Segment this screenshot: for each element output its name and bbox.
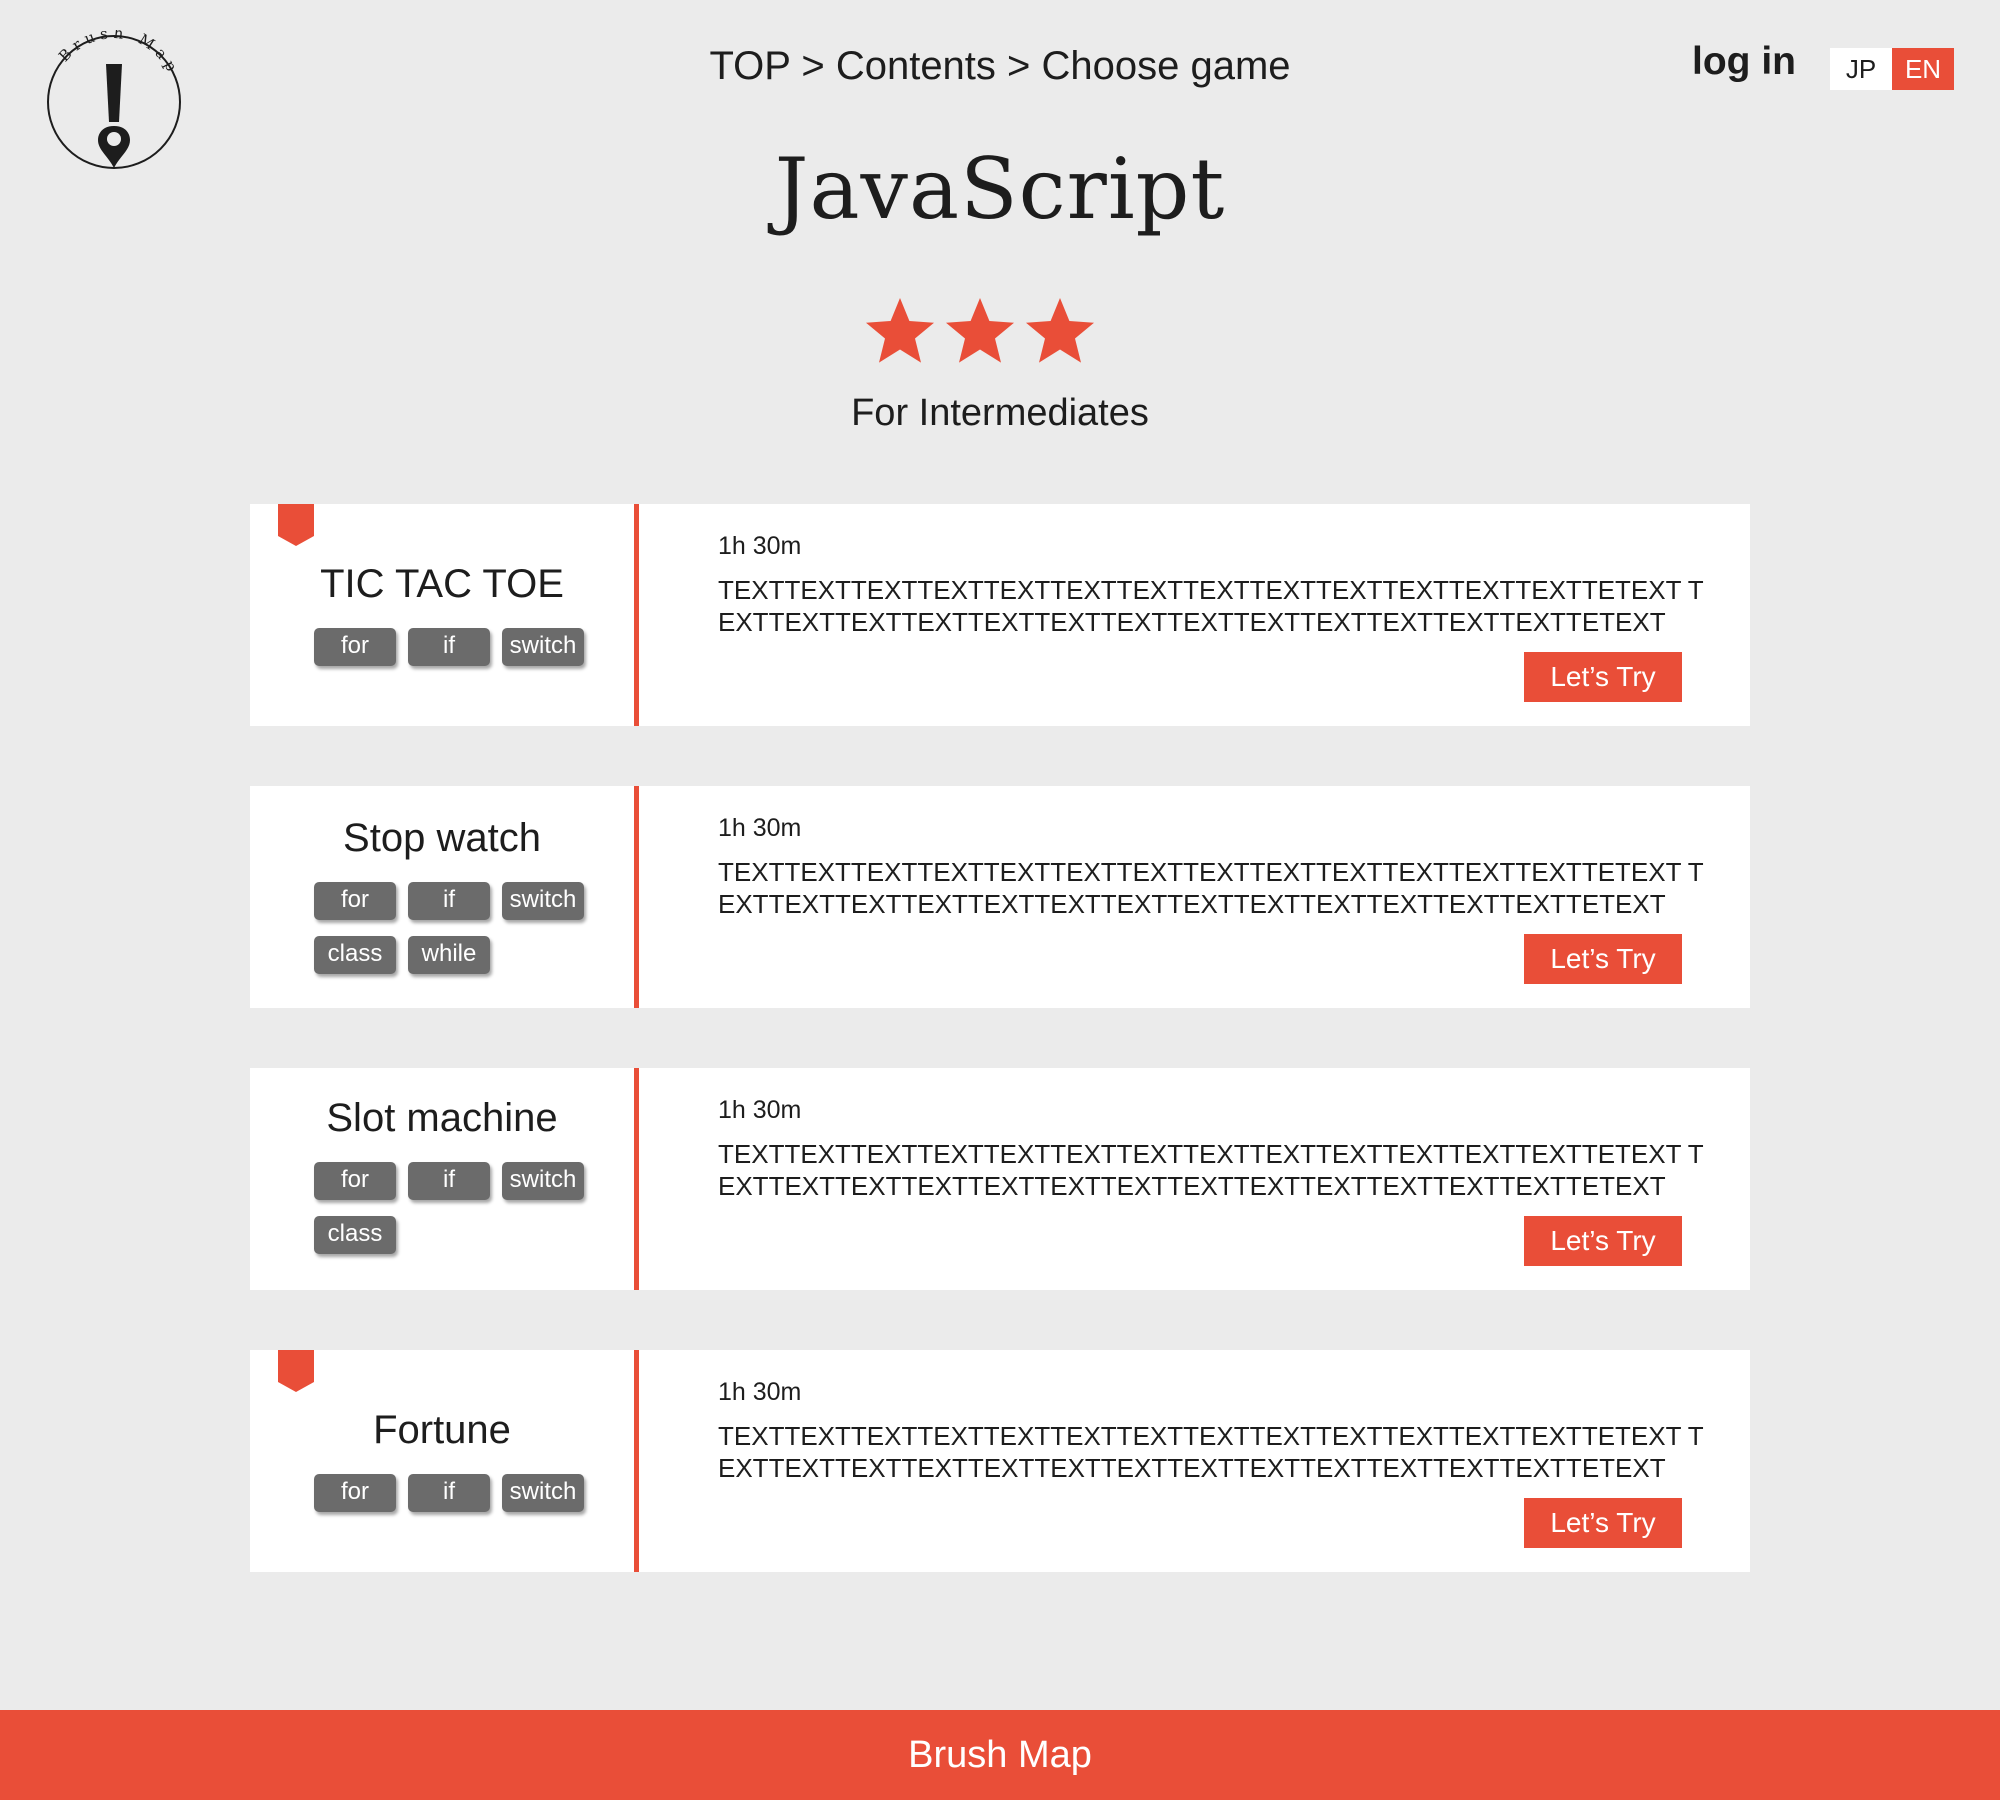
- game-title: Slot machine: [326, 1096, 558, 1140]
- card-divider: [634, 504, 639, 726]
- bookmark-icon[interactable]: [278, 504, 314, 546]
- star-icon: [866, 298, 934, 363]
- game-info: Fortune for if switch: [250, 1350, 634, 1572]
- game-duration: 1h 30m: [718, 814, 802, 842]
- game-title: Stop watch: [343, 816, 541, 860]
- tag-switch: switch: [502, 628, 584, 666]
- game-title: TIC TAC TOE: [320, 562, 564, 606]
- tag-switch: switch: [502, 882, 584, 920]
- star-icon: [1026, 298, 1094, 363]
- card-divider: [634, 1068, 639, 1290]
- lang-en-button[interactable]: EN: [1892, 48, 1954, 90]
- tag-for: for: [314, 628, 396, 666]
- game-info: Stop watch for if switch class while: [250, 786, 634, 1008]
- tag-while: while: [408, 936, 490, 974]
- difficulty-level: For Intermediates: [851, 392, 1149, 434]
- tag-for: for: [314, 1474, 396, 1512]
- footer: Brush Map: [0, 1710, 2000, 1800]
- tag-for: for: [314, 882, 396, 920]
- game-card-slot-machine: Slot machine for if switch class 1h 30m …: [250, 1068, 1750, 1290]
- game-description: TEXTTEXTTEXTTEXTTEXTTEXTTEXTTEXTTEXTTEXT…: [718, 1421, 1704, 1483]
- card-divider: [634, 786, 639, 1008]
- lets-try-button[interactable]: Let’s Try: [1524, 934, 1682, 984]
- tag-if: if: [408, 628, 490, 666]
- game-description: TEXTTEXTTEXTTEXTTEXTTEXTTEXTTEXTTEXTTEXT…: [718, 857, 1704, 919]
- game-duration: 1h 30m: [718, 532, 802, 560]
- game-card-fortune: Fortune for if switch 1h 30m TEXTTEXTTEX…: [250, 1350, 1750, 1572]
- lets-try-button[interactable]: Let’s Try: [1524, 1498, 1682, 1548]
- login-link[interactable]: log in: [1692, 40, 1796, 84]
- tag-switch: switch: [502, 1162, 584, 1200]
- tag-class: class: [314, 936, 396, 974]
- card-divider: [634, 1350, 639, 1572]
- tag-if: if: [408, 882, 490, 920]
- game-title: Fortune: [373, 1408, 511, 1452]
- game-info: TIC TAC TOE for if switch: [250, 504, 634, 726]
- game-duration: 1h 30m: [718, 1378, 802, 1406]
- tag-switch: switch: [502, 1474, 584, 1512]
- language-switcher: JP EN: [1830, 48, 1954, 90]
- lets-try-button[interactable]: Let’s Try: [1524, 652, 1682, 702]
- tag-if: if: [408, 1474, 490, 1512]
- tag-for: for: [314, 1162, 396, 1200]
- game-description: TEXTTEXTTEXTTEXTTEXTTEXTTEXTTEXTTEXTTEXT…: [718, 575, 1704, 637]
- star-icon: [946, 298, 1014, 363]
- game-card-tic-tac-toe: TIC TAC TOE for if switch 1h 30m TEXTTEX…: [250, 504, 1750, 726]
- tag-class: class: [314, 1216, 396, 1254]
- game-card-stop-watch: Stop watch for if switch class while 1h …: [250, 786, 1750, 1008]
- difficulty-rating: [866, 298, 1094, 363]
- lang-jp-button[interactable]: JP: [1830, 48, 1892, 90]
- game-info: Slot machine for if switch class: [250, 1068, 634, 1290]
- game-duration: 1h 30m: [718, 1096, 802, 1124]
- page-title: JavaScript: [774, 140, 1226, 238]
- lets-try-button[interactable]: Let’s Try: [1524, 1216, 1682, 1266]
- tag-if: if: [408, 1162, 490, 1200]
- game-description: TEXTTEXTTEXTTEXTTEXTTEXTTEXTTEXTTEXTTEXT…: [718, 1139, 1704, 1201]
- bookmark-icon[interactable]: [278, 1350, 314, 1392]
